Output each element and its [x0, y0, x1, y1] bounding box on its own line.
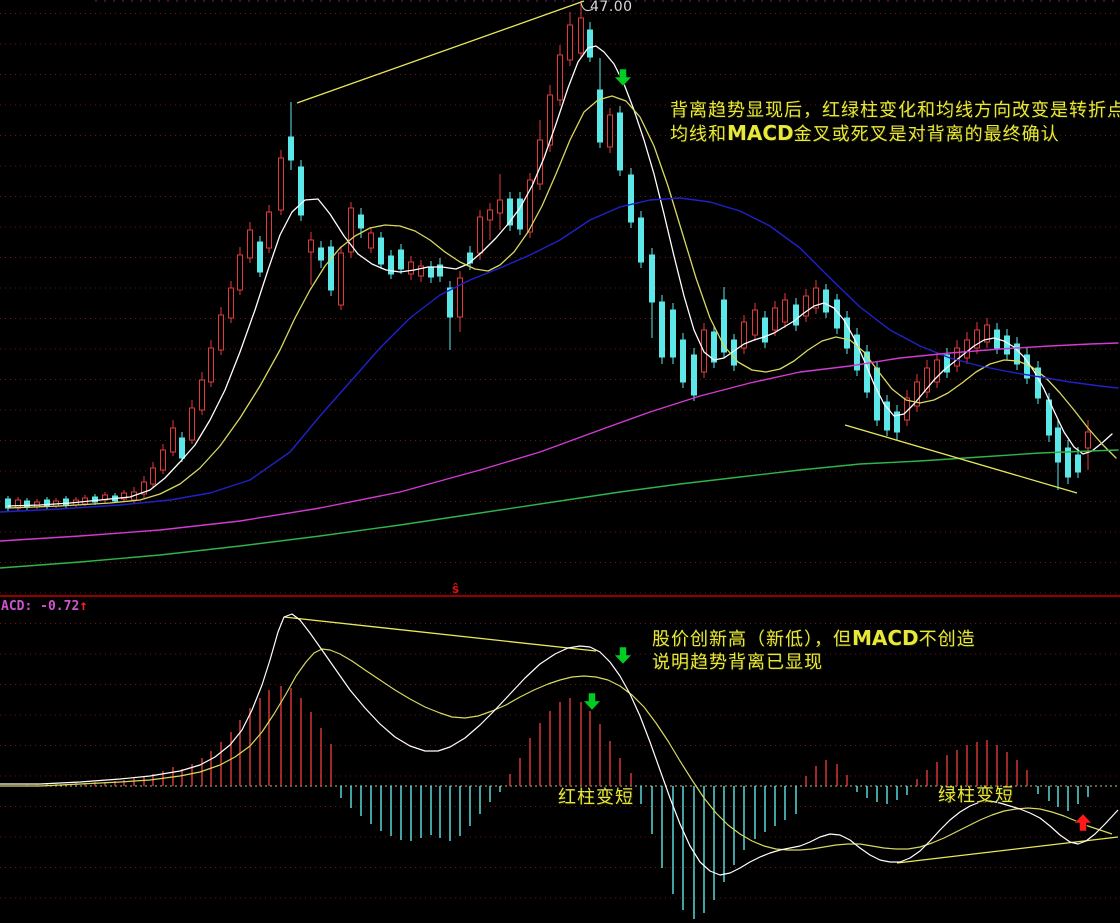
annotation-green-bars-shorten-text: 绿柱变短	[938, 785, 1014, 806]
candle-body	[783, 300, 788, 322]
candle-body	[258, 242, 263, 272]
candle-body	[681, 340, 686, 382]
ma-line-magenta	[0, 343, 1118, 541]
annotation-divergence-top-text: 均线和	[670, 124, 727, 145]
candle-body	[1056, 428, 1061, 462]
candle-body	[180, 438, 185, 458]
candle-body	[399, 250, 404, 269]
candle-body	[6, 499, 11, 508]
annotation-divergence-macd-text: 不创造	[919, 629, 976, 650]
candle-body	[478, 217, 483, 253]
candle-body	[763, 318, 768, 342]
candle-body	[618, 113, 623, 170]
annotation-divergence-top: 背离趋势显现后，红绿柱变化和均线方向改变是转折点均线和MACD金叉或死叉是对背离…	[670, 99, 1120, 146]
candle-body	[568, 25, 573, 60]
candle-body	[200, 380, 205, 410]
candle-body	[219, 315, 224, 350]
annotation-green-bars-shorten: 绿柱变短	[938, 784, 1014, 807]
candle-body	[190, 408, 195, 440]
candle-body	[1086, 432, 1091, 448]
candle-body	[753, 310, 758, 335]
candle-body	[448, 288, 453, 317]
candle-body	[309, 240, 314, 252]
candle-body	[248, 230, 253, 258]
candle-body	[629, 175, 634, 222]
candle-body	[773, 308, 778, 330]
annotation-red-bars-shorten: 红柱变短	[558, 786, 634, 809]
candle-body	[608, 115, 613, 147]
candle-body	[229, 288, 234, 318]
candle-body	[579, 18, 584, 53]
candle-body	[712, 332, 717, 362]
candle-body	[329, 247, 334, 290]
candle-body	[151, 468, 156, 484]
candle-body	[588, 30, 593, 57]
candle-body	[161, 450, 166, 470]
candle-body	[279, 158, 284, 210]
candle-body	[671, 310, 676, 357]
candle-body	[650, 255, 655, 302]
annotation-divergence-macd-text: 说明趋势背离已显现	[652, 652, 823, 673]
candle-body	[409, 262, 414, 274]
ma-line-green	[0, 450, 1118, 568]
macd-up-arrow-glyph: ↑	[79, 598, 87, 614]
candle-body	[955, 348, 960, 366]
candle-body	[965, 340, 970, 358]
candle-body	[1076, 455, 1081, 472]
candle-body	[598, 90, 603, 142]
annotation-divergence-top-text: 金叉或死叉是对背离的最终确认	[794, 124, 1060, 145]
trendline-price-lower-highs	[845, 425, 1077, 493]
annotation-divergence-top-text: 背离趋势显现后，红绿柱变化和均线方向改变是转折点	[670, 100, 1120, 121]
annotation-divergence-macd-text: 股价创新高（新低），但	[652, 629, 852, 650]
candle-body	[379, 238, 384, 264]
arrow-macd-line-peak	[615, 647, 632, 664]
macd-value-text: ACD: -0.72	[1, 599, 79, 614]
trendline-macd-lower-highs	[284, 617, 596, 651]
trading-chart-screenshot: 47.00 ACD: -0.72↑ ŝ 背离趋势显现后，红绿柱变化和均线方向改变…	[0, 0, 1120, 923]
candle-body	[299, 167, 304, 215]
price-peak-label: 47.00	[590, 0, 633, 15]
candle-body	[289, 137, 294, 160]
candle-body	[488, 210, 493, 220]
candle-body	[794, 305, 799, 325]
trendline-price-higher-highs	[297, 1, 584, 103]
annotation-divergence-macd-text: MACD	[852, 626, 919, 650]
candle-body	[722, 300, 727, 352]
macd-value-label: ACD: -0.72↑	[1, 598, 88, 614]
candle-body	[171, 428, 176, 452]
candle-body	[1005, 336, 1010, 354]
annotation-divergence-macd: 股价创新高（新低），但MACD不创造说明趋势背离已显现	[652, 627, 976, 674]
annotation-red-bars-shorten-text: 红柱变短	[558, 787, 634, 808]
candle-body	[369, 233, 374, 248]
candle-body	[660, 302, 665, 357]
candle-body	[267, 212, 272, 248]
candle-body	[319, 248, 324, 260]
candle-body	[64, 499, 69, 505]
candle-body	[498, 200, 503, 213]
candle-body	[429, 267, 434, 277]
candle-body	[238, 255, 243, 290]
candle-body	[16, 500, 21, 508]
candle-body	[558, 55, 563, 100]
candle-body	[692, 355, 697, 395]
annotation-divergence-top-text: MACD	[727, 121, 794, 145]
candle-body	[824, 290, 829, 312]
arrow-macd-turn-up	[1075, 814, 1092, 831]
ma-line-blue	[0, 198, 1118, 512]
candle-body	[359, 215, 364, 228]
macd-dea-line	[0, 649, 1112, 850]
candle-body	[209, 348, 214, 382]
candle-body	[639, 218, 644, 262]
arrow-macd-histogram-peak	[584, 693, 601, 710]
split-marker[interactable]: ŝ	[452, 582, 459, 596]
candle-body	[339, 253, 344, 305]
